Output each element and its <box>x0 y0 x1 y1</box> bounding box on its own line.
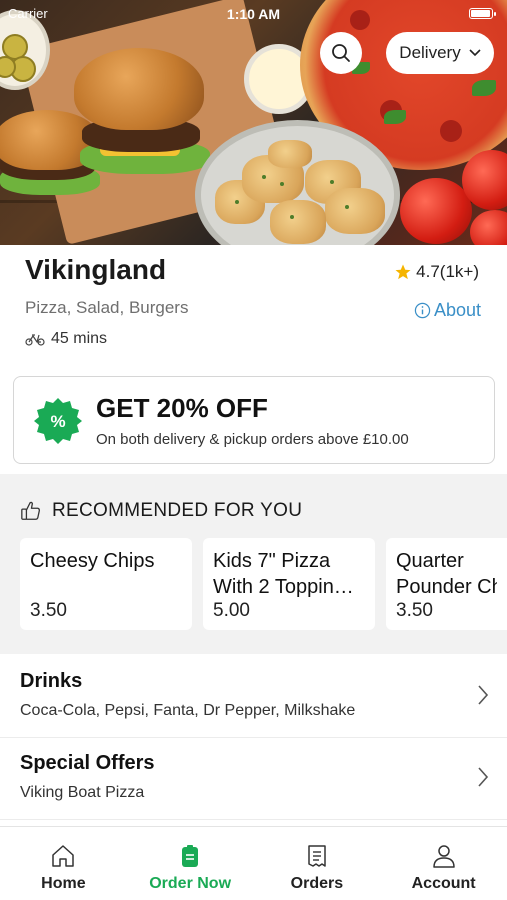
recommended-item-name: Kids 7" Pizza <box>213 550 331 572</box>
chevron-right-icon <box>478 767 489 787</box>
search-icon <box>332 44 350 62</box>
delivery-time: 45 mins <box>25 330 107 348</box>
about-label: About <box>433 300 481 320</box>
recommended-item-price: 5.00 <box>213 600 250 621</box>
recommended-item-price: 3.50 <box>396 600 433 621</box>
restaurant-cuisine: Pizza, Salad, Burgers <box>25 298 189 317</box>
recommended-item-price: 3.50 <box>30 600 67 621</box>
star-icon <box>395 264 411 280</box>
nav-orders[interactable]: Orders <box>254 827 381 900</box>
recommended-item-name: Cheesy Chips <box>30 550 155 572</box>
recommended-section: RECOMMENDED FOR YOU Cheesy Chips 3.50 Ki… <box>0 474 507 654</box>
offer-subtitle: On both delivery & pickup orders above £… <box>96 431 409 448</box>
search-button[interactable] <box>320 32 362 74</box>
bike-icon <box>25 334 45 346</box>
chevron-right-icon <box>478 685 489 705</box>
offer-title: GET 20% OFF <box>96 393 268 423</box>
account-icon <box>432 845 455 868</box>
nav-orders-label: Orders <box>290 875 344 892</box>
delivery-time-value: 45 mins <box>51 330 108 347</box>
delivery-mode-label: Delivery <box>399 43 461 62</box>
nav-order-now-label: Order Now <box>149 875 232 892</box>
recommended-item-name: Quarter <box>396 550 464 572</box>
category-title: Drinks <box>20 670 83 692</box>
nav-account[interactable]: Account <box>380 827 507 900</box>
receipt-icon <box>308 845 326 867</box>
thumbs-up-icon <box>21 501 40 520</box>
home-icon <box>52 845 75 867</box>
battery-icon <box>469 8 496 19</box>
nav-home[interactable]: Home <box>0 827 127 900</box>
nav-account-label: Account <box>411 875 476 892</box>
category-title: Special Offers <box>20 752 155 774</box>
discount-badge-symbol: % <box>50 412 65 431</box>
category-special-offers[interactable]: Special Offers Viking Boat Pizza <box>0 738 507 820</box>
recommended-item[interactable]: Cheesy Chips 3.50 <box>20 538 192 630</box>
recommended-item[interactable]: Kids 7" Pizza With 2 Toppin… 5.00 <box>203 538 375 630</box>
recommended-item-name-line2: With 2 Toppin… <box>213 576 354 598</box>
nav-order-now[interactable]: Order Now <box>127 827 254 900</box>
recommended-header: RECOMMENDED FOR YOU <box>20 500 302 522</box>
order-icon <box>182 845 199 867</box>
restaurant-rating: 4.7(1k+) <box>394 262 479 282</box>
nav-home-label: Home <box>41 875 86 892</box>
category-subtitle: Coca-Cola, Pepsi, Fanta, Dr Pepper, Milk… <box>20 702 356 719</box>
chevron-down-icon <box>469 49 481 57</box>
delivery-mode-dropdown[interactable]: Delivery <box>386 32 494 74</box>
restaurant-name: Vikingland <box>25 254 167 285</box>
rating-value: 4.7(1k+) <box>416 262 479 281</box>
status-time: 1:10 AM <box>226 6 281 22</box>
category-drinks[interactable]: Drinks Coca-Cola, Pepsi, Fanta, Dr Peppe… <box>0 656 507 738</box>
info-icon <box>414 302 431 319</box>
offer-card[interactable]: % GET 20% OFF On both delivery & pickup … <box>13 376 495 464</box>
recommended-item-name-line2: Pounder Ch <box>396 576 497 598</box>
bottom-navigation: Home Order Now Orders Account <box>0 826 507 900</box>
recommended-title: RECOMMENDED FOR YOU <box>52 500 303 521</box>
category-subtitle: Viking Boat Pizza <box>20 784 145 801</box>
discount-badge-icon: % <box>34 398 82 444</box>
about-link[interactable]: About <box>414 300 481 321</box>
recommended-item[interactable]: Quarter Pounder Ch 3.50 <box>386 538 507 630</box>
